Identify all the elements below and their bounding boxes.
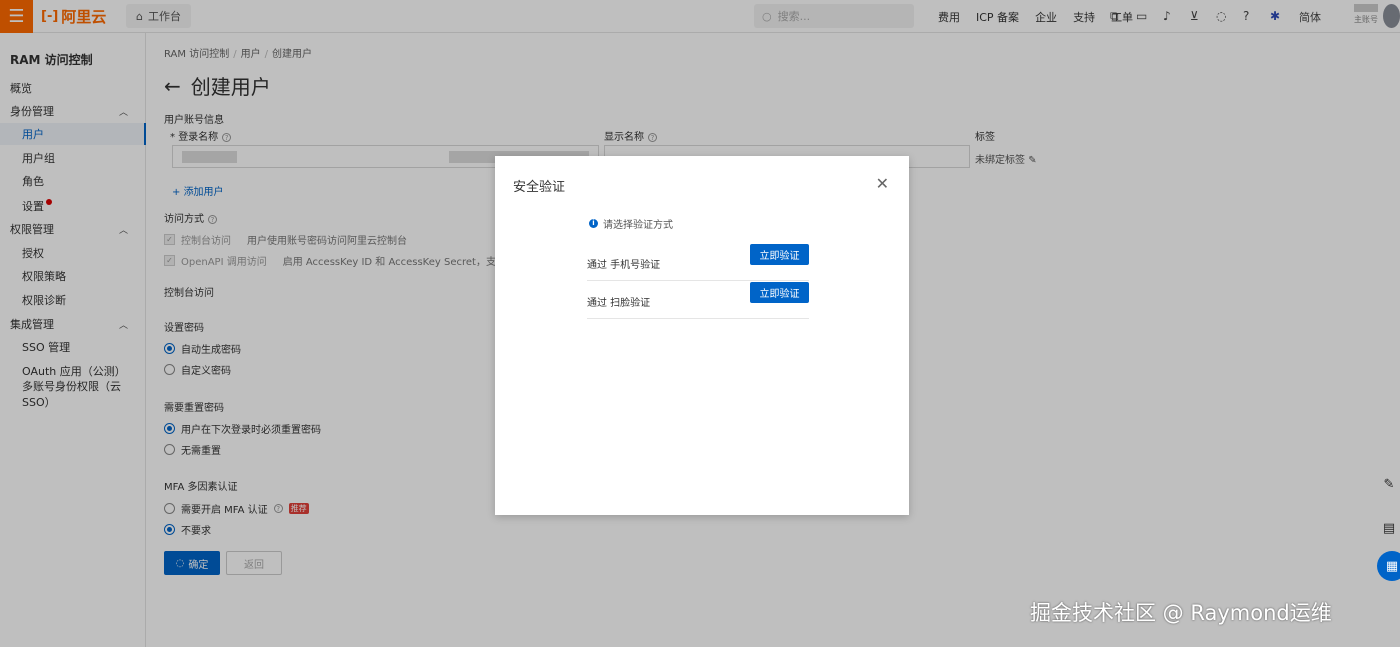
verify-face-row: 通过 扫脸验证 立即验证 (587, 282, 809, 319)
verify-face-button[interactable]: 立即验证 (750, 282, 809, 303)
close-icon[interactable]: ✕ (876, 174, 889, 193)
verify-face-label: 通过 扫脸验证 (587, 298, 651, 309)
verify-phone-row: 通过 手机号验证 立即验证 (587, 244, 809, 281)
dialog-title: 安全验证 (513, 180, 566, 195)
info-icon: i (589, 219, 598, 228)
verify-phone-button[interactable]: 立即验证 (750, 244, 809, 265)
verify-phone-label: 通过 手机号验证 (587, 260, 661, 271)
apps-grid-icon[interactable]: ▦ (1377, 551, 1400, 581)
dialog-hint: i 请选择验证方式 (589, 216, 673, 231)
dialog-hint-text: 请选择验证方式 (603, 220, 673, 231)
security-verification-dialog: 安全验证 ✕ i 请选择验证方式 通过 手机号验证 立即验证 通过 扫脸验证 立即… (495, 156, 909, 515)
watermark: 掘金技术社区 @ Raymond运维 (1030, 601, 1332, 625)
